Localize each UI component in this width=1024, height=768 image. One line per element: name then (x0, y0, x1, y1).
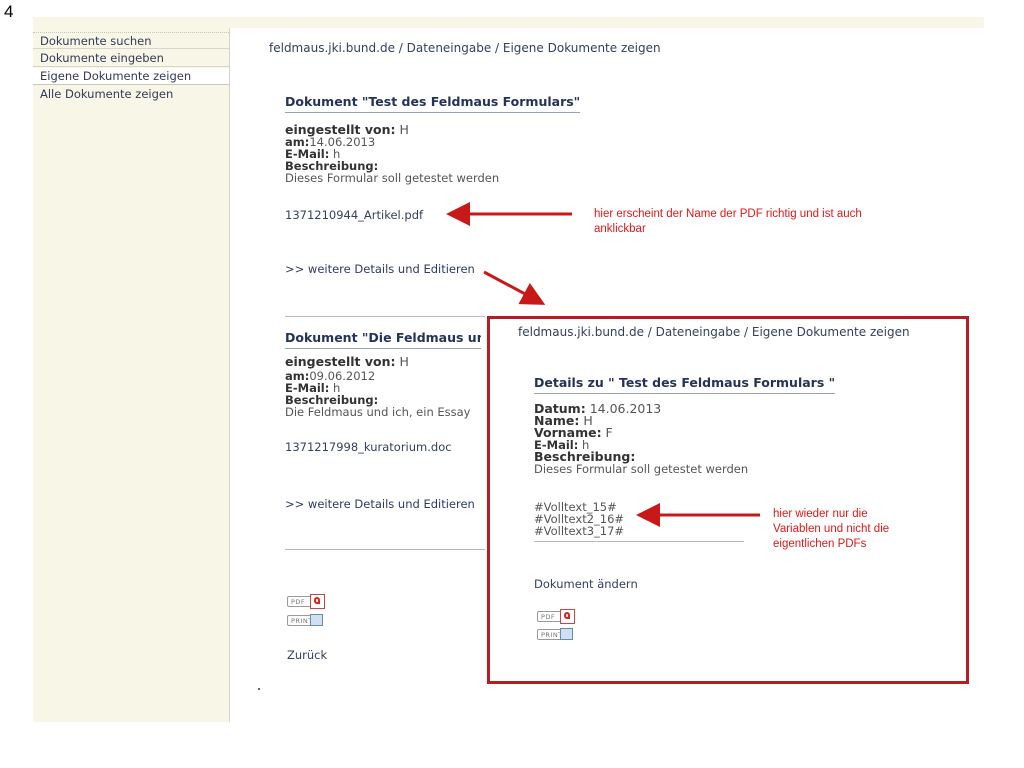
annotation-arrows (446, 202, 760, 527)
arrow-to-overlay (483, 270, 546, 305)
annotation-note: hier erscheint der Name der PDF richtig … (594, 208, 862, 235)
annotation-note: hier wieder nur die Variablen und nicht … (773, 508, 890, 550)
